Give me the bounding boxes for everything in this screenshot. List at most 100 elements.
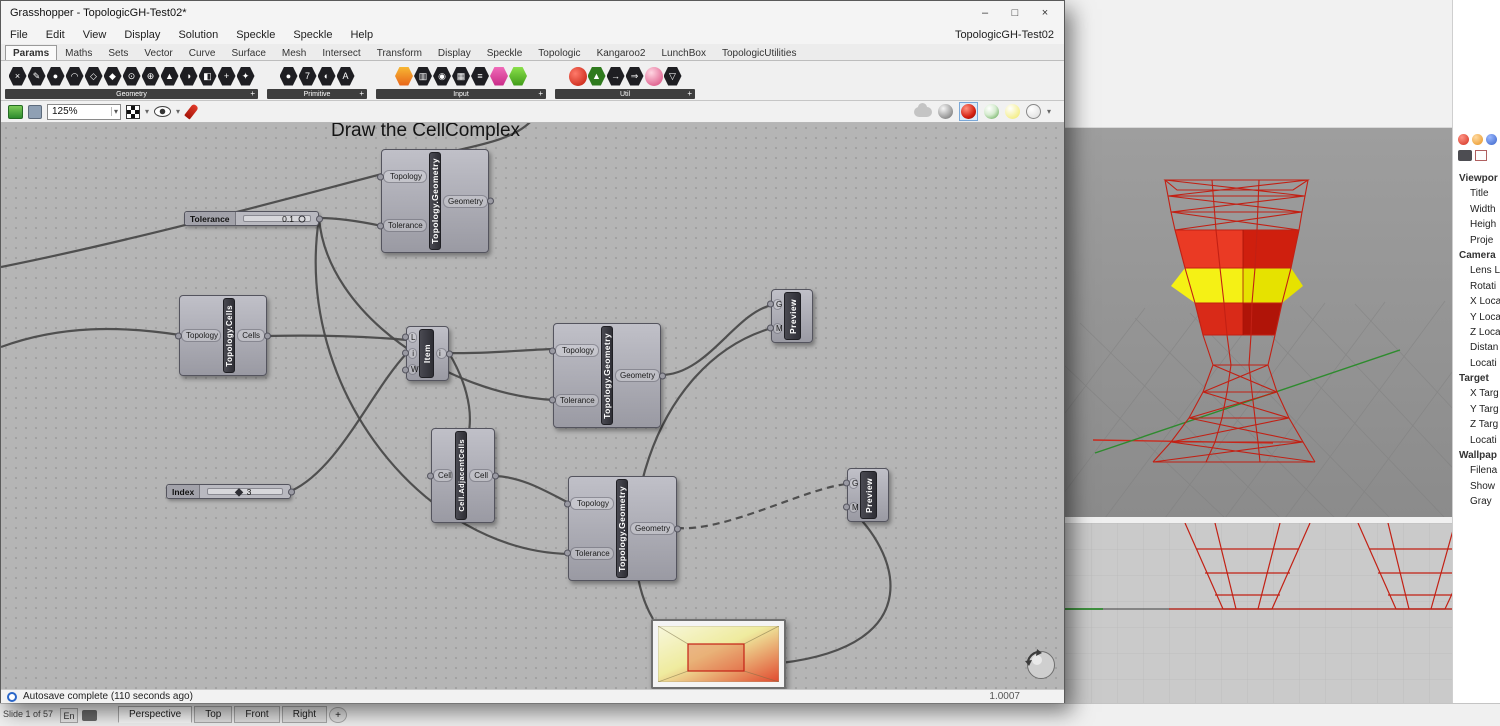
sphere-icon[interactable]: ⊙ bbox=[123, 67, 141, 86]
output-item[interactable]: i bbox=[436, 348, 447, 359]
plane-icon[interactable]: ◇ bbox=[85, 67, 103, 86]
node-topology-geometry-1[interactable]: Topology Tolerance Topology.Geometry Geo… bbox=[381, 149, 489, 253]
expand-group-button[interactable]: + bbox=[687, 90, 692, 98]
display-red-icon[interactable] bbox=[1458, 134, 1469, 145]
input-topology[interactable]: Topology bbox=[181, 329, 221, 342]
slider-grip[interactable] bbox=[235, 488, 243, 496]
wire[interactable] bbox=[661, 305, 772, 375]
property-row[interactable]: Heigh bbox=[1453, 217, 1500, 232]
save-icon[interactable] bbox=[28, 105, 42, 119]
display-blue-icon[interactable] bbox=[1486, 134, 1497, 145]
input-topology[interactable]: Topology bbox=[570, 497, 614, 510]
rhino-perspective-viewport[interactable] bbox=[1065, 128, 1452, 518]
wire[interactable] bbox=[781, 507, 890, 663]
wireframe-preview-icon[interactable] bbox=[984, 104, 999, 119]
node-cell-adjacentcells[interactable]: Cell Cell.AdjacentCells Cell bbox=[431, 428, 495, 523]
property-row[interactable]: Viewpor bbox=[1453, 171, 1500, 186]
wire-dashed[interactable] bbox=[677, 484, 848, 528]
field-icon[interactable]: ✦ bbox=[237, 67, 255, 86]
viewport-settings-icon[interactable] bbox=[1475, 150, 1487, 161]
node-core[interactable]: Preview bbox=[860, 471, 877, 519]
node-core[interactable]: Topology.Geometry bbox=[601, 326, 613, 425]
colour-swatch-preview[interactable] bbox=[651, 619, 786, 689]
cherry-picker-icon[interactable] bbox=[569, 67, 587, 86]
input-tolerance[interactable]: Tolerance bbox=[383, 219, 427, 232]
input-wrap[interactable]: W bbox=[408, 364, 417, 375]
ribbon-tab[interactable]: Curve bbox=[181, 45, 224, 60]
menu-item[interactable]: File bbox=[1, 29, 37, 41]
wire[interactable] bbox=[1, 329, 180, 347]
node-core[interactable]: Cell.AdjacentCells bbox=[455, 431, 467, 520]
circle-icon[interactable]: ● bbox=[47, 67, 65, 86]
twisted-box-icon[interactable]: ◧ bbox=[199, 67, 217, 86]
property-row[interactable]: Proje bbox=[1453, 233, 1500, 248]
menu-item[interactable]: View bbox=[74, 29, 116, 41]
close-button[interactable]: × bbox=[1030, 1, 1060, 26]
tolerance-slider[interactable]: Tolerance 0.1 bbox=[184, 211, 319, 226]
slider-grip[interactable] bbox=[299, 215, 306, 222]
node-core[interactable]: Topology.Geometry bbox=[616, 479, 628, 578]
ribbon-tab[interactable]: Mesh bbox=[274, 45, 314, 60]
wire[interactable] bbox=[319, 218, 382, 226]
flask-icon[interactable]: ▽ bbox=[664, 67, 682, 86]
node-core[interactable]: Preview bbox=[784, 292, 801, 340]
property-row[interactable]: Lens L bbox=[1453, 263, 1500, 278]
menu-item[interactable]: Speckle bbox=[284, 29, 341, 41]
property-row[interactable]: Camera bbox=[1453, 248, 1500, 263]
ribbon-tab[interactable]: Vector bbox=[136, 45, 180, 60]
node-topology-cells[interactable]: Topology Topology.Cells Cells bbox=[179, 295, 267, 376]
marker-pen-icon[interactable] bbox=[184, 103, 199, 119]
knob-icon[interactable]: ◉ bbox=[433, 67, 451, 86]
property-row[interactable]: Show bbox=[1453, 479, 1500, 494]
sketch-tool-icon[interactable] bbox=[126, 105, 140, 119]
input-topology[interactable]: Topology bbox=[555, 344, 599, 357]
index-slider[interactable]: Index 3 bbox=[166, 484, 291, 499]
expand-group-button[interactable]: + bbox=[538, 90, 543, 98]
input-geometry[interactable]: G bbox=[773, 299, 782, 310]
definition-canvas[interactable]: Draw the CellComplex Topology Tolerance … bbox=[1, 123, 1064, 689]
input-topology[interactable]: Topology bbox=[383, 170, 427, 183]
viewport-tab[interactable]: Perspective bbox=[118, 706, 192, 723]
wire[interactable] bbox=[267, 336, 407, 340]
jump-out-icon[interactable]: ⇒ bbox=[626, 67, 644, 86]
node-core[interactable]: Topology.Geometry bbox=[429, 152, 441, 250]
input-tolerance[interactable]: Tolerance bbox=[555, 394, 599, 407]
ribbon-tab[interactable]: Kangaroo2 bbox=[589, 45, 654, 60]
property-row[interactable]: Width bbox=[1453, 202, 1500, 217]
cloud-icon[interactable] bbox=[914, 107, 932, 117]
property-row[interactable]: Y Loca bbox=[1453, 310, 1500, 325]
viewport-tab[interactable]: Top bbox=[194, 706, 232, 723]
node-topology-geometry-2[interactable]: Topology Tolerance Topology.Geometry Geo… bbox=[553, 323, 661, 428]
input-cell[interactable]: Cell bbox=[433, 469, 453, 482]
ribbon-tab[interactable]: LunchBox bbox=[654, 45, 714, 60]
property-row[interactable]: Locati bbox=[1453, 433, 1500, 448]
menu-item[interactable]: Edit bbox=[37, 29, 74, 41]
expand-group-button[interactable]: + bbox=[359, 90, 364, 98]
node-preview-1[interactable]: G M Preview bbox=[771, 289, 813, 343]
box-icon[interactable]: ◆ bbox=[104, 67, 122, 86]
gradient-icon[interactable] bbox=[395, 67, 413, 86]
colour-picker-icon[interactable] bbox=[509, 67, 527, 86]
menu-item[interactable]: Help bbox=[341, 29, 382, 41]
property-row[interactable]: Z Targ bbox=[1453, 417, 1500, 432]
no-preview-icon[interactable] bbox=[938, 104, 953, 119]
input-tolerance[interactable]: Tolerance bbox=[570, 547, 614, 560]
viewport-tab[interactable]: Right bbox=[282, 706, 327, 723]
surface-icon[interactable]: ▲ bbox=[161, 67, 179, 86]
point-icon[interactable]: × bbox=[9, 67, 27, 86]
expand-group-button[interactable]: + bbox=[250, 90, 255, 98]
input-geometry[interactable]: G bbox=[849, 478, 858, 489]
node-core[interactable]: Topology.Cells bbox=[223, 298, 235, 373]
input-material[interactable]: M bbox=[773, 323, 782, 334]
node-topology-geometry-3[interactable]: Topology Tolerance Topology.Geometry Geo… bbox=[568, 476, 677, 581]
new-document-icon[interactable] bbox=[8, 105, 23, 119]
output-cells[interactable]: Cells bbox=[237, 329, 265, 342]
brep-icon[interactable]: ◑ bbox=[180, 67, 198, 86]
rhino-front-viewport[interactable] bbox=[1065, 523, 1452, 703]
colour-swatch-icon[interactable] bbox=[490, 67, 508, 86]
ribbon-tab[interactable]: Topologic bbox=[530, 45, 588, 60]
wire[interactable] bbox=[291, 353, 407, 491]
panel-icon[interactable]: ≡ bbox=[471, 67, 489, 86]
tree-icon[interactable]: ▲ bbox=[588, 67, 606, 86]
ribbon-tab[interactable]: Speckle bbox=[479, 45, 531, 60]
